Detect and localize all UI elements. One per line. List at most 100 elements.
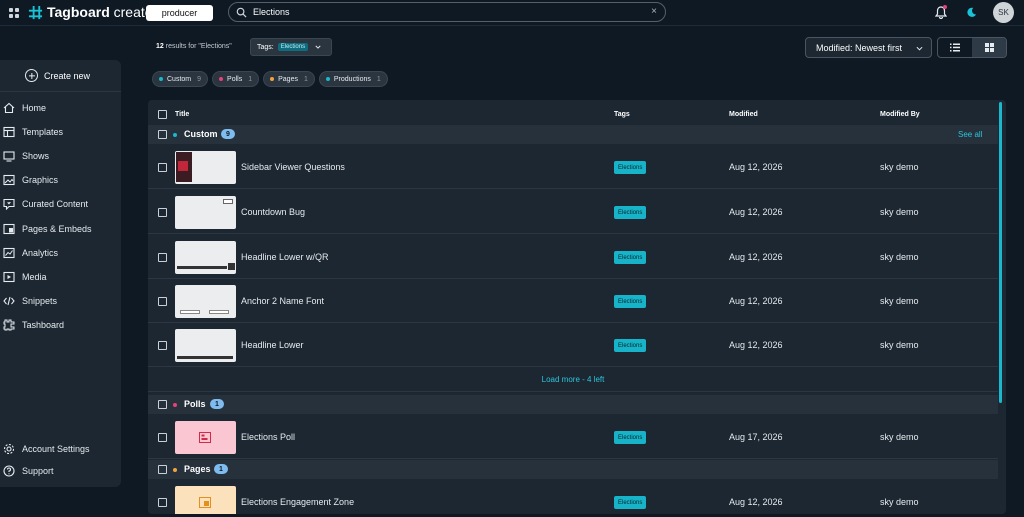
tag-badge[interactable]: Elections — [614, 496, 647, 509]
chevron-down-icon — [916, 46, 923, 51]
sidebar-item-tashboard[interactable]: Tashboard — [0, 316, 121, 334]
workspace-button[interactable]: producer — [146, 5, 213, 21]
see-all-link[interactable]: See all — [958, 130, 982, 139]
chevron-down-icon — [315, 45, 321, 49]
scrollbar[interactable] — [999, 102, 1002, 403]
search-bar[interactable]: × — [228, 2, 666, 22]
sort-dropdown[interactable]: Modified: Newest first — [805, 37, 932, 58]
type-chip-custom[interactable]: Custom 9 — [152, 71, 209, 87]
table-row[interactable]: Sidebar Viewer Questions Elections Aug 1… — [148, 145, 998, 189]
group-count-badge: 1 — [214, 464, 228, 474]
sidebar-item-support[interactable]: Support — [0, 462, 121, 480]
grid-view-button[interactable] — [972, 38, 1006, 57]
list-view-button[interactable] — [938, 38, 972, 57]
top-bar: Tagboard creator producer × SK — [0, 0, 1024, 26]
group-checkbox[interactable] — [158, 130, 167, 139]
row-checkbox[interactable] — [158, 433, 167, 442]
thumbnail — [175, 329, 236, 362]
row-checkbox[interactable] — [158, 341, 167, 350]
sidebar-item-analytics[interactable]: Analytics — [0, 244, 121, 262]
sidebar-item-account-settings[interactable]: Account Settings — [0, 440, 121, 458]
tag-badge[interactable]: Elections — [614, 295, 647, 308]
notification-badge — [943, 5, 947, 9]
graphics-icon — [3, 174, 15, 186]
plus-circle-icon — [25, 69, 38, 82]
group-header-pages: Pages 1 — [148, 460, 998, 479]
sidebar-item-home[interactable]: Home — [0, 99, 121, 117]
column-title[interactable]: Title — [175, 111, 189, 118]
table-row[interactable]: Anchor 2 Name Font Elections Aug 12, 202… — [148, 279, 998, 323]
tashboard-icon — [3, 319, 15, 331]
group-count-badge: 9 — [221, 129, 235, 139]
custom-dot-icon — [173, 133, 177, 137]
column-tags[interactable]: Tags — [614, 111, 630, 118]
apps-grid-icon[interactable] — [9, 8, 19, 18]
results-table: Title Tags Modified Modified By Custom 9… — [148, 100, 1006, 514]
table-row[interactable]: Elections Poll Elections Aug 17, 2026 sk… — [148, 415, 998, 459]
tag-badge[interactable]: Elections — [614, 339, 647, 352]
shows-icon — [3, 151, 15, 162]
poll-icon — [199, 432, 211, 443]
custom-dot-icon — [159, 77, 163, 81]
snippets-icon — [3, 296, 15, 306]
tagboard-logo-icon — [28, 5, 43, 19]
thumbnail — [175, 486, 236, 514]
table-row[interactable]: Headline Lower Elections Aug 12, 2026 sk… — [148, 323, 998, 367]
sidebar-item-media[interactable]: Media — [0, 268, 121, 286]
tag-badge[interactable]: Elections — [614, 431, 647, 444]
tag-filter-chip: Elections — [277, 43, 309, 51]
curated-content-icon — [3, 198, 15, 210]
type-chip-productions[interactable]: Productions 1 — [318, 71, 388, 87]
load-more-link[interactable]: Load more - 4 left — [148, 368, 998, 392]
create-new-button[interactable]: Create new — [0, 60, 121, 92]
results-count: 12 results for "Elections" — [156, 43, 232, 50]
group-checkbox[interactable] — [158, 465, 167, 474]
view-toggle — [937, 37, 1007, 58]
tag-badge[interactable]: Elections — [614, 206, 647, 219]
analytics-icon — [3, 247, 15, 259]
dark-mode-icon[interactable] — [966, 7, 977, 18]
tag-badge[interactable]: Elections — [614, 161, 647, 174]
group-header-custom: Custom 9 See all — [148, 125, 998, 144]
polls-dot-icon — [219, 77, 224, 81]
media-icon — [3, 271, 15, 283]
productions-dot-icon — [325, 77, 330, 81]
table-header: Title Tags Modified Modified By — [148, 104, 998, 126]
column-modified-by[interactable]: Modified By — [880, 111, 920, 118]
sidebar-item-templates[interactable]: Templates — [0, 123, 121, 141]
row-checkbox[interactable] — [158, 498, 167, 507]
tag-badge[interactable]: Elections — [614, 251, 647, 264]
table-row[interactable]: Headline Lower w/QR Elections Aug 12, 20… — [148, 235, 998, 279]
brand-logo[interactable]: Tagboard creator — [28, 4, 157, 20]
select-all-checkbox[interactable] — [158, 110, 167, 119]
row-checkbox[interactable] — [158, 163, 167, 172]
sidebar: Create new Home Templates Shows Graphics… — [0, 60, 121, 487]
type-chip-pages[interactable]: Pages 1 — [263, 71, 315, 87]
group-checkbox[interactable] — [158, 400, 167, 409]
pages-dot-icon — [270, 77, 275, 81]
type-filter-chips: Custom 9 Polls 1 Pages 1 Productions 1 — [152, 71, 388, 87]
thumbnail — [175, 421, 236, 454]
help-icon — [3, 465, 15, 477]
table-row[interactable]: Countdown Bug Elections Aug 12, 2026 sky… — [148, 190, 998, 234]
sidebar-item-graphics[interactable]: Graphics — [0, 171, 121, 189]
table-row[interactable]: Elections Engagement Zone Elections Aug … — [148, 480, 998, 514]
sidebar-item-pages-embeds[interactable]: Pages & Embeds — [0, 220, 121, 238]
sidebar-item-curated-content[interactable]: Curated Content — [0, 195, 121, 213]
user-avatar[interactable]: SK — [993, 2, 1014, 23]
sidebar-item-shows[interactable]: Shows — [0, 147, 121, 165]
row-checkbox[interactable] — [158, 297, 167, 306]
search-input[interactable] — [253, 5, 633, 19]
column-modified[interactable]: Modified — [729, 111, 758, 118]
group-header-polls: Polls 1 — [148, 395, 998, 414]
clear-search-icon[interactable]: × — [651, 6, 657, 17]
row-checkbox[interactable] — [158, 208, 167, 217]
sidebar-item-snippets[interactable]: Snippets — [0, 292, 121, 310]
tags-filter-dropdown[interactable]: Tags: Elections — [250, 38, 332, 56]
row-checkbox[interactable] — [158, 253, 167, 262]
type-chip-polls[interactable]: Polls 1 — [212, 71, 260, 87]
brand-name: Tagboard creator — [47, 4, 158, 20]
thumbnail — [175, 196, 236, 229]
list-view-icon — [950, 43, 960, 52]
gear-icon — [3, 443, 15, 455]
